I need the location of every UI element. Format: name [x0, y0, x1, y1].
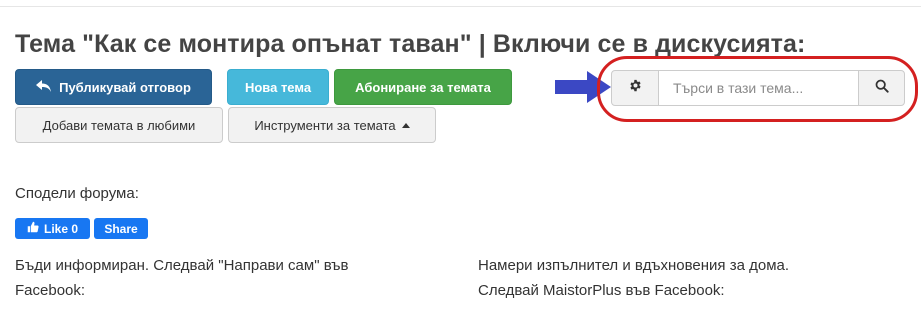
- post-reply-button[interactable]: Публикувай отговор: [15, 69, 212, 105]
- thumbs-up-icon: [27, 221, 39, 236]
- share-forum-label: Сподели форума:: [15, 185, 139, 202]
- reply-icon: [36, 79, 52, 95]
- facebook-like-button[interactable]: Like 0: [15, 218, 90, 239]
- follow-maistorplus-line-2: Следвай MaistorPlus във Facebook:: [478, 282, 725, 299]
- add-to-favorites-button[interactable]: Добави темата в любими: [15, 107, 223, 143]
- top-divider: [0, 6, 921, 7]
- subscribe-topic-button[interactable]: Абониране за темата: [334, 69, 512, 105]
- caret-up-icon: [401, 122, 410, 128]
- facebook-like-label: Like 0: [43, 221, 79, 236]
- new-topic-button[interactable]: Нова тема: [227, 69, 329, 105]
- follow-diy-text: Бъди информиран. Следвай "Направи сам" в…: [15, 253, 435, 303]
- post-reply-label: Публикувай отговор: [59, 79, 191, 95]
- follow-diy-line-1: Бъди информиран. Следвай "Направи сам" в…: [15, 257, 349, 274]
- facebook-share-button[interactable]: Share: [94, 218, 148, 239]
- follow-maistorplus-line-1: Намери изпълнител и вдъхновения за дома.: [478, 257, 790, 274]
- topic-tools-button[interactable]: Инструменти за темата: [228, 107, 436, 143]
- follow-maistorplus-text: Намери изпълнител и вдъхновения за дома.…: [478, 253, 898, 303]
- search-highlight-annotation: [597, 56, 918, 122]
- page-title: Тема "Как се монтира опънат таван" | Вкл…: [15, 30, 806, 58]
- follow-diy-line-2: Facebook:: [15, 282, 86, 299]
- topic-tools-label: Инструменти за темата: [254, 117, 396, 133]
